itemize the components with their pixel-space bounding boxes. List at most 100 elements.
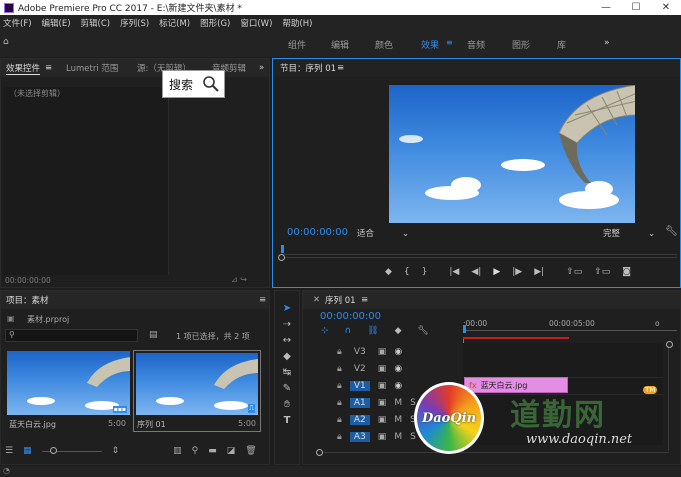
mute-icon[interactable]: M: [394, 398, 402, 408]
workspace-editing[interactable]: 编辑: [331, 38, 349, 51]
workspace-effects[interactable]: 效果: [421, 38, 439, 51]
go-to-in-icon[interactable]: |◀: [449, 267, 459, 277]
project-search-input[interactable]: ⚲: [5, 329, 138, 342]
ripple-edit-tool-icon[interactable]: ↔: [283, 335, 291, 346]
workspace-libraries[interactable]: 库: [557, 38, 566, 51]
track-label[interactable]: A1: [349, 397, 370, 408]
sync-lock-icon[interactable]: ▣: [378, 364, 387, 374]
sort-icon[interactable]: ⇕: [112, 446, 120, 456]
linked-selection-icon[interactable]: ⛓︎: [367, 326, 378, 336]
fit-dropdown[interactable]: 适合 ⌄: [357, 227, 409, 239]
timeline-vertical-scrollbar[interactable]: [666, 341, 674, 451]
program-scrubber[interactable]: [281, 245, 677, 255]
time-ruler[interactable]: :00:00 00:00:05:00 o: [463, 313, 677, 339]
mark-in-icon[interactable]: {: [404, 267, 410, 277]
clear-icon[interactable]: 🗑︎: [245, 446, 256, 456]
menu-graphics[interactable]: 图形(G): [200, 17, 230, 29]
workspace-assembly[interactable]: 组件: [288, 38, 306, 51]
zoom-slider[interactable]: [41, 447, 102, 455]
lift-icon[interactable]: ⇧▭: [566, 267, 582, 277]
timeline-settings-icon[interactable]: 🔧︎: [418, 326, 429, 336]
lock-icon[interactable]: 🔒︎: [337, 381, 342, 391]
type-tool-icon[interactable]: T: [284, 415, 291, 426]
track-label[interactable]: V1: [349, 380, 370, 391]
menu-sequence[interactable]: 序列(S): [120, 17, 149, 29]
home-icon[interactable]: ⌂: [3, 37, 9, 47]
project-menu-icon[interactable]: ≡: [259, 295, 266, 305]
lock-icon[interactable]: 🔒︎: [337, 364, 342, 374]
tab-menu-icon[interactable]: ≡: [45, 63, 52, 73]
filter-icon[interactable]: ⊿ ↪: [231, 275, 247, 284]
nest-icon[interactable]: ⊹: [321, 326, 329, 336]
project-item[interactable]: ▪▪▪ 蓝天白云.jpg 5:00: [7, 351, 130, 431]
tab-lumetri-scopes[interactable]: Lumetri 范围: [66, 62, 118, 74]
lock-icon[interactable]: 🔒︎: [337, 347, 342, 357]
eye-icon[interactable]: ◉: [394, 381, 402, 391]
razor-tool-icon[interactable]: ◆: [283, 351, 291, 362]
step-forward-icon[interactable]: |▶: [512, 267, 522, 277]
export-frame-icon[interactable]: ◙: [622, 267, 631, 277]
mute-icon[interactable]: M: [394, 415, 402, 425]
hand-tool-icon[interactable]: ✋︎: [284, 399, 290, 410]
eye-icon[interactable]: ◉: [394, 347, 402, 357]
sync-lock-icon[interactable]: ▣: [378, 432, 387, 442]
solo-icon[interactable]: S: [410, 432, 416, 442]
selection-tool-icon[interactable]: ➤: [283, 303, 291, 314]
sync-lock-icon[interactable]: ▣: [378, 347, 387, 357]
mark-out-icon[interactable]: }: [422, 267, 428, 277]
sync-lock-icon[interactable]: ▣: [378, 381, 387, 391]
add-marker-icon[interactable]: ◆: [385, 267, 392, 277]
new-bin-icon[interactable]: ▬: [208, 446, 217, 456]
track-label[interactable]: V3: [350, 347, 370, 357]
play-icon[interactable]: ▶: [493, 267, 500, 277]
automate-icon[interactable]: ▥: [173, 446, 182, 456]
program-menu-icon[interactable]: ≡: [337, 63, 344, 73]
mute-icon[interactable]: M: [394, 432, 402, 442]
step-back-icon[interactable]: ◀|: [471, 267, 481, 277]
project-item-selected[interactable]: ⎍ 序列 01 5:00: [133, 350, 261, 432]
extract-icon[interactable]: ⇪▭: [594, 267, 610, 277]
menu-edit[interactable]: 编辑(E): [42, 17, 71, 29]
sync-lock-icon[interactable]: ▣: [378, 398, 387, 408]
timeline-menu-icon[interactable]: ≡: [361, 295, 368, 305]
workspace-menu-icon[interactable]: ≡: [446, 38, 453, 47]
program-timecode[interactable]: 00:00:00:00: [287, 227, 348, 238]
lock-icon[interactable]: 🔒︎: [337, 398, 342, 408]
wrench-icon[interactable]: 🔧︎: [665, 226, 678, 237]
panel-more-button[interactable]: »: [259, 63, 264, 73]
icon-view-icon[interactable]: ▦: [23, 446, 32, 456]
maximize-button[interactable]: ☐: [621, 0, 651, 15]
workspace-more-button[interactable]: »: [604, 38, 610, 48]
new-bin-from-search-icon[interactable]: ▤: [149, 330, 158, 340]
pen-tool-icon[interactable]: ✎: [283, 383, 291, 394]
workspace-graphics[interactable]: 图形: [512, 38, 530, 51]
track-label[interactable]: V2: [350, 364, 370, 374]
snap-icon[interactable]: ∩: [345, 326, 352, 336]
minimize-button[interactable]: —: [591, 0, 621, 15]
menu-file[interactable]: 文件(F): [3, 17, 32, 29]
go-to-out-icon[interactable]: ▶|: [534, 267, 544, 277]
menu-clip[interactable]: 剪辑(C): [81, 17, 111, 29]
eye-icon[interactable]: ◉: [394, 364, 402, 374]
new-item-icon[interactable]: ◪: [227, 446, 236, 456]
close-sequence-icon[interactable]: ✕: [313, 295, 320, 305]
tab-effect-controls[interactable]: 效果控件: [6, 62, 41, 75]
menu-marker[interactable]: 标记(M): [159, 17, 190, 29]
track-select-tool-icon[interactable]: ⇢: [283, 319, 291, 330]
workspace-color[interactable]: 颜色: [375, 38, 393, 51]
add-marker-icon[interactable]: ◆: [395, 326, 402, 336]
playhead[interactable]: [463, 325, 466, 333]
close-button[interactable]: ✕: [651, 0, 681, 15]
menu-window[interactable]: 窗口(W): [240, 17, 272, 29]
track-label[interactable]: A2: [349, 414, 370, 425]
sync-lock-icon[interactable]: ▣: [378, 415, 387, 425]
timeline-horizontal-scrollbar[interactable]: [316, 449, 669, 458]
timeline-timecode[interactable]: 00:00:00:00: [320, 311, 381, 322]
lock-icon[interactable]: 🔒︎: [337, 415, 342, 425]
zoom-bar[interactable]: [278, 254, 677, 263]
slip-tool-icon[interactable]: ↹: [283, 367, 291, 378]
menu-help[interactable]: 帮助(H): [282, 17, 312, 29]
lock-icon[interactable]: 🔒︎: [337, 432, 342, 442]
workspace-audio[interactable]: 音频: [467, 38, 485, 51]
track-label[interactable]: A3: [349, 431, 370, 442]
